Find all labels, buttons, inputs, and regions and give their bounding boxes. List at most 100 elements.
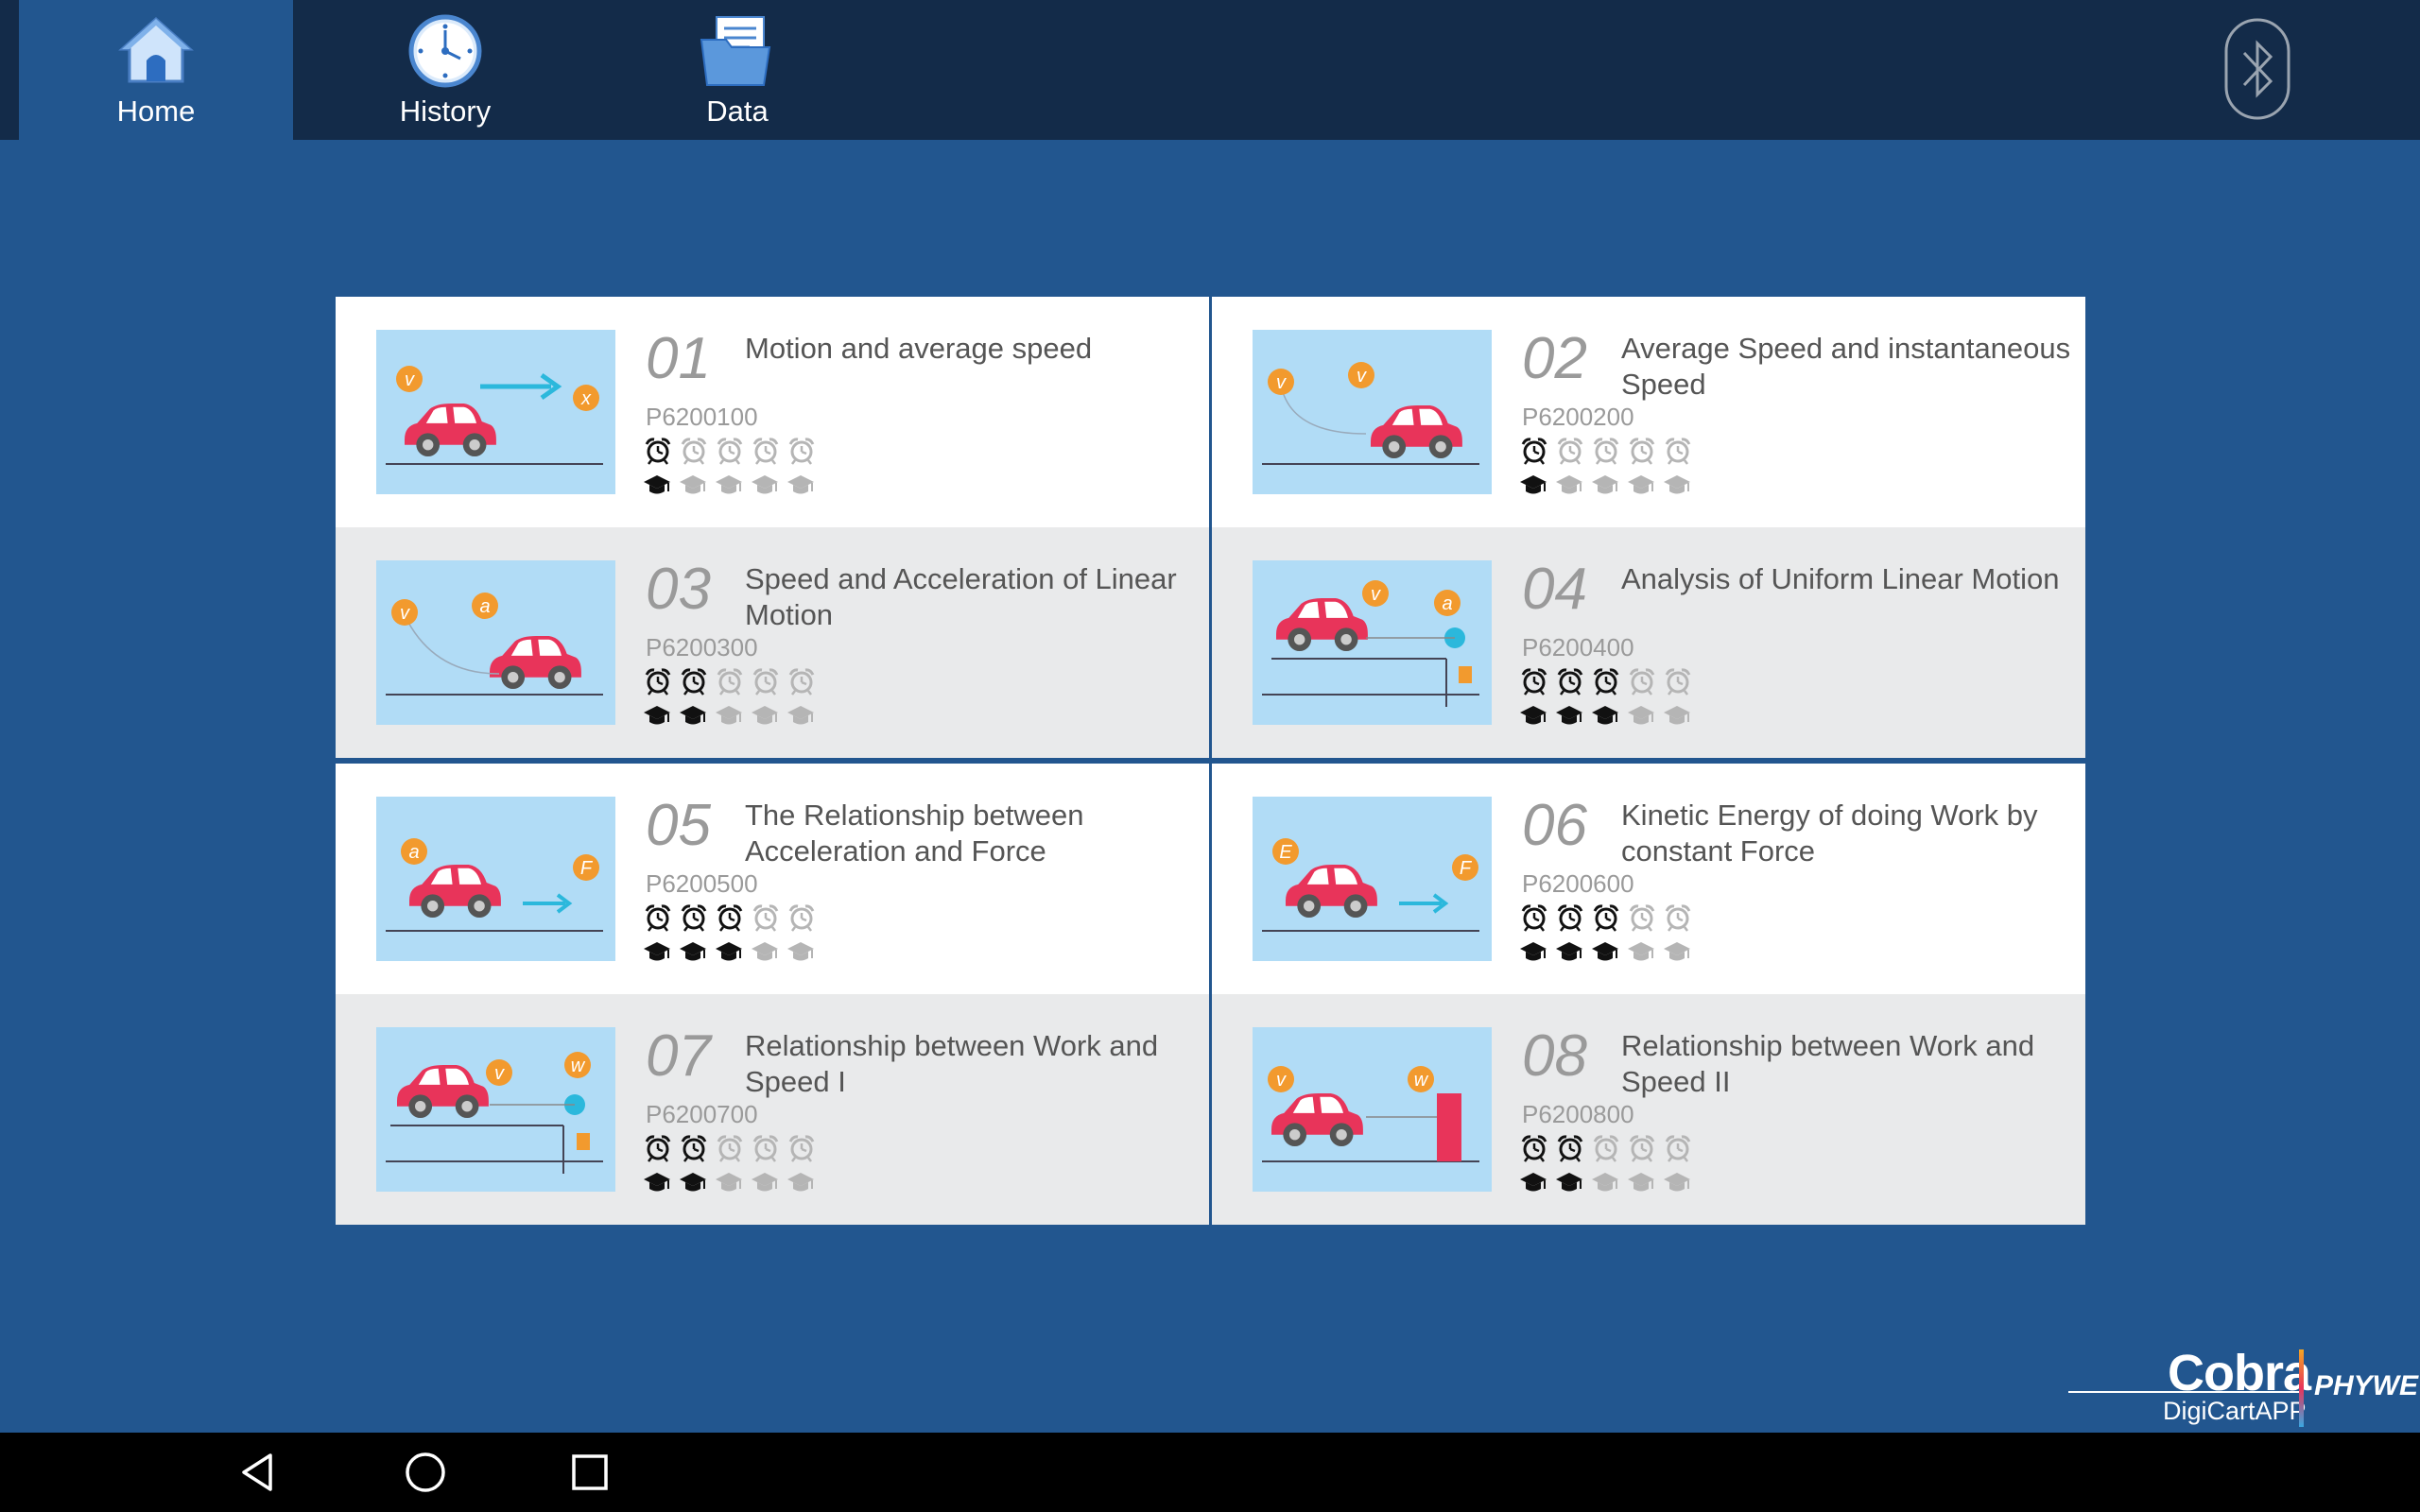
- tab-home[interactable]: Home: [19, 0, 293, 140]
- svg-text:v: v: [1276, 1070, 1287, 1091]
- home-circle-icon[interactable]: [399, 1446, 452, 1499]
- experiment-thumbnail: vw: [1253, 1027, 1492, 1192]
- svg-text:w: w: [571, 1056, 586, 1076]
- svg-text:v: v: [494, 1063, 505, 1084]
- home-icon: [118, 16, 194, 83]
- graduation-cap-icon: [752, 706, 778, 725]
- alarm-clock-icon: [752, 438, 779, 465]
- logo-company: PHYWE: [2314, 1370, 2419, 1401]
- experiment-card[interactable]: v v 02 Average Speed and instantaneous Spee…: [1212, 297, 2085, 527]
- tab-data-label: Data: [706, 94, 769, 128]
- experiment-card[interactable]: v a 03 Speed and Acceleration of Linear Mot…: [336, 527, 1209, 758]
- graduation-cap-icon: [1520, 942, 1547, 961]
- alarm-clock-icon: [1557, 904, 1583, 932]
- experiment-title: Analysis of Uniform Linear Motion: [1621, 562, 2060, 595]
- logo-line: [2068, 1391, 2300, 1393]
- experiment-number: 06: [1522, 793, 1587, 858]
- experiment-illustration: aF: [386, 838, 603, 932]
- graduation-cap-icon: [1592, 942, 1618, 961]
- graduation-cap-icon: [680, 942, 706, 961]
- alarm-clock-icon: [788, 1135, 815, 1162]
- alarm-clock-icon: [788, 668, 815, 696]
- graduation-cap-icon: [787, 942, 814, 961]
- experiment-thumbnail: va: [1253, 560, 1492, 725]
- experiment-thumbnail: aF: [376, 797, 615, 961]
- experiment-card[interactable]: v a 04 Analysis of Uniform Linear Motion P62…: [1212, 527, 2085, 758]
- clock-icon: [408, 14, 482, 88]
- experiment-thumbnail: va: [376, 560, 615, 725]
- alarm-clock-icon: [1593, 438, 1619, 465]
- graduation-cap-icon: [1556, 1173, 1582, 1192]
- experiment-thumbnail: EF: [1253, 797, 1492, 961]
- graduation-cap-icon: [644, 1173, 670, 1192]
- experiment-title: Kinetic Energy of doing Work by constant…: [1621, 799, 2038, 868]
- logo-brand: Cobra: [2168, 1345, 2311, 1401]
- experiment-title: Speed and Acceleration of Linear Motion: [745, 562, 1177, 631]
- graduation-cap-icon: [1592, 706, 1618, 725]
- back-icon[interactable]: [233, 1446, 285, 1499]
- experiment-illustration: EF: [1262, 838, 1479, 932]
- alarm-clock-icon: [1521, 438, 1547, 465]
- svg-text:v: v: [1371, 584, 1381, 605]
- tab-history[interactable]: History: [308, 0, 582, 140]
- svg-text:a: a: [479, 596, 490, 617]
- experiment-code: P6200400: [1522, 633, 1634, 662]
- graduation-cap-icon: [1628, 475, 1654, 494]
- experiment-number: 01: [646, 326, 711, 391]
- graduation-cap-icon: [1520, 475, 1547, 494]
- experiment-code: P6200200: [1522, 403, 1634, 431]
- experiment-card[interactable]: E F 06 Kinetic Energy of doing Work by cons…: [1212, 764, 2085, 994]
- alarm-clock-icon: [681, 904, 707, 932]
- experiment-number: 03: [646, 557, 711, 622]
- graduation-cap-icon: [787, 475, 814, 494]
- graduation-cap-icon: [752, 1173, 778, 1192]
- top-navigation-bar: Home History Data: [0, 0, 2420, 140]
- experiment-title: Relationship between Work and Speed I: [745, 1029, 1159, 1098]
- alarm-clock-icon: [681, 1135, 707, 1162]
- alarm-clock-icon: [1665, 438, 1691, 465]
- folder-icon: [700, 16, 771, 86]
- alarm-clock-icon: [1665, 668, 1691, 696]
- system-navigation-bar: [0, 1433, 2420, 1512]
- experiment-illustration: vv: [1262, 362, 1479, 465]
- experiment-thumbnail: vx: [376, 330, 615, 494]
- tab-data[interactable]: Data: [600, 0, 874, 140]
- alarm-clock-icon: [681, 438, 707, 465]
- graduation-cap-icon: [1556, 942, 1582, 961]
- graduation-cap-icon: [1592, 475, 1618, 494]
- alarm-clock-icon: [788, 904, 815, 932]
- experiment-grid: v x 01 Motion and average speed P6200100 v v 02…: [336, 297, 2085, 1225]
- experiment-card[interactable]: v w 07 Relationship between Work and Speed …: [336, 994, 1209, 1225]
- alarm-clock-icon: [1665, 1135, 1691, 1162]
- graduation-cap-icon: [644, 706, 670, 725]
- svg-text:w: w: [1414, 1070, 1429, 1091]
- svg-text:a: a: [408, 842, 419, 863]
- graduation-cap-icon: [680, 1173, 706, 1192]
- alarm-clock-icon: [1557, 438, 1583, 465]
- alarm-clock-icon: [717, 1135, 743, 1162]
- experiment-number: 05: [646, 793, 711, 858]
- experiment-card[interactable]: v x 01 Motion and average speed P6200100: [336, 297, 1209, 527]
- experiment-number: 08: [1522, 1023, 1587, 1089]
- graduation-cap-icon: [680, 706, 706, 725]
- graduation-cap-icon: [752, 475, 778, 494]
- graduation-cap-icon: [787, 706, 814, 725]
- alarm-clock-icon: [1521, 668, 1547, 696]
- experiment-illustration: va: [386, 593, 603, 696]
- experiment-card[interactable]: a F 05 The Relationship between Acceleratio…: [336, 764, 1209, 994]
- experiment-card[interactable]: v w 08 Relationship between Work and Speed …: [1212, 994, 2085, 1225]
- alarm-clock-icon: [752, 668, 779, 696]
- graduation-cap-icon: [1628, 706, 1654, 725]
- tab-home-label: Home: [116, 94, 196, 128]
- graduation-cap-icon: [644, 942, 670, 961]
- alarm-clock-icon: [1557, 1135, 1583, 1162]
- graduation-cap-icon: [1628, 942, 1654, 961]
- alarm-clock-icon: [1629, 668, 1655, 696]
- alarm-clock-icon: [1557, 668, 1583, 696]
- experiment-thumbnail: vv: [1253, 330, 1492, 494]
- bluetooth-icon[interactable]: [2223, 17, 2291, 121]
- alarm-clock-icon: [645, 438, 671, 465]
- graduation-cap-icon: [680, 475, 706, 494]
- experiment-code: P6200500: [646, 869, 758, 898]
- recents-icon[interactable]: [563, 1446, 616, 1499]
